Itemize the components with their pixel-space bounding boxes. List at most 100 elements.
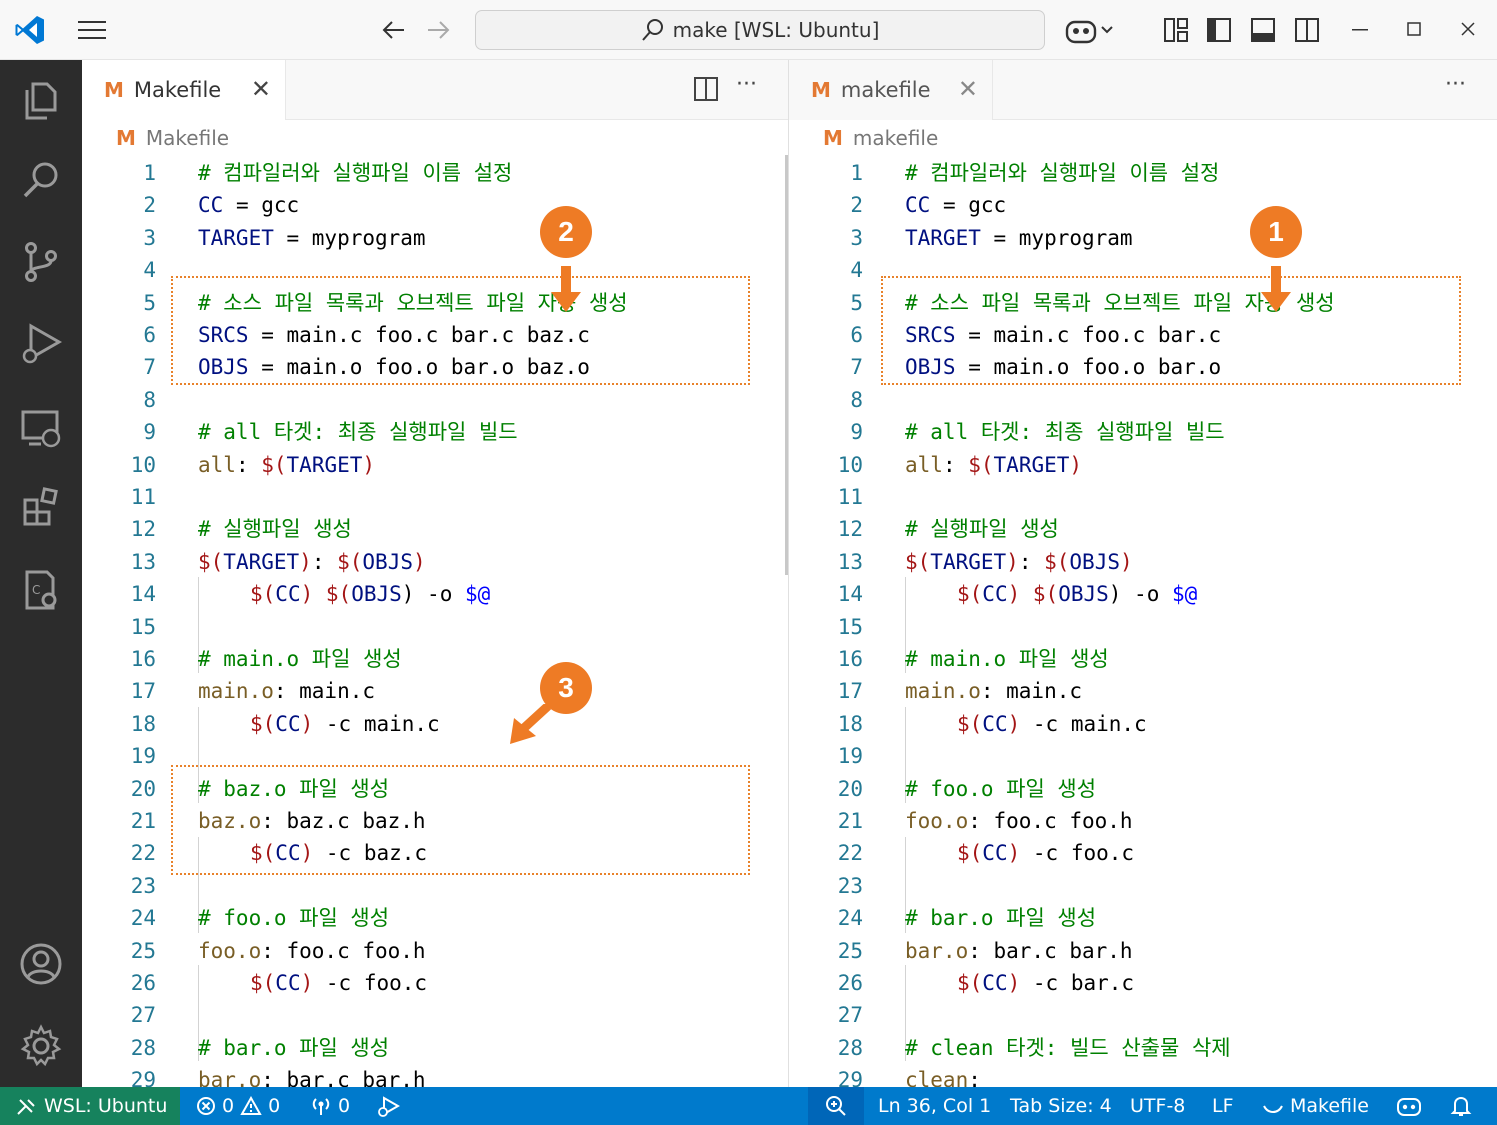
more-actions-icon[interactable]: ··· (1445, 72, 1466, 97)
code-line: 28 # clean 타겟: 빌드 산출물 삭제 (789, 1032, 1497, 1064)
code-line: 27 (789, 999, 1497, 1031)
tab-close-icon[interactable]: ✕ (958, 76, 978, 102)
value-token: : main.c (980, 679, 1083, 704)
dollar-token: $( (337, 549, 363, 574)
makefile-file-icon: M (811, 78, 831, 102)
variable-token: OBJS (1069, 549, 1120, 574)
dollar-token: ) (299, 549, 312, 574)
tab-bar-left: M Makefile ✕ ··· (82, 60, 788, 120)
line-number: 13 (837, 549, 863, 574)
code-text: $(CC) $(OBJS) -o $@ (957, 578, 1197, 610)
notifications[interactable] (1450, 1087, 1472, 1125)
more-actions-icon[interactable]: ··· (736, 72, 757, 97)
line-number: 10 (130, 452, 156, 477)
toggle-panel-icon[interactable] (1251, 18, 1275, 42)
code-line: 20 # foo.o 파일 생성 (789, 773, 1497, 805)
line-number: 8 (143, 387, 156, 412)
value-token: ) -o (401, 582, 465, 607)
line-number: 17 (837, 679, 863, 704)
line-number: 10 (837, 452, 863, 477)
line-number: 25 (130, 938, 156, 963)
split-editor-icon[interactable] (694, 77, 718, 101)
code-line: 14 $(CC) $(OBJS) -o $@ (789, 578, 1497, 610)
account-icon[interactable] (19, 942, 63, 986)
menu-icon[interactable] (78, 20, 106, 40)
value-token: : (235, 452, 262, 477)
code-line: 12 # 실행파일 생성 (789, 513, 1497, 545)
zoom-indicator[interactable] (808, 1087, 864, 1125)
problems-indicator[interactable]: 0 0 (196, 1087, 280, 1125)
encoding[interactable]: UTF-8 (1130, 1087, 1185, 1125)
line-number: 17 (130, 679, 156, 704)
remote-explorer-icon[interactable] (19, 406, 63, 450)
line-number: 25 (837, 938, 863, 963)
code-line: 1 # 컴파일러와 실행파일 이름 설정 (789, 157, 1497, 189)
target-token: bar.o (905, 938, 969, 963)
code-text: # 컴파일러와 실행파일 이름 설정 (905, 161, 1220, 185)
copilot-icon[interactable] (1064, 16, 1114, 44)
value-token: : foo.c foo.h (261, 938, 426, 963)
diagonal-arrow-icon (510, 704, 552, 744)
code-text: bar.o: bar.c bar.h (905, 935, 1133, 967)
cmake-settings-icon[interactable]: C (19, 568, 63, 612)
breadcrumb[interactable]: M makefile (823, 126, 938, 150)
line-number: 18 (130, 711, 156, 736)
dollar-token: $( (325, 582, 352, 607)
debug-launch[interactable] (376, 1087, 400, 1125)
variable-token: CC (982, 582, 1008, 607)
copilot-status[interactable] (1396, 1087, 1422, 1125)
dollar-token: ) (362, 452, 376, 477)
value-token: : (311, 549, 338, 574)
toggle-primary-sidebar-icon[interactable] (1207, 18, 1231, 42)
line-number: 8 (850, 387, 863, 412)
warning-count: 0 (268, 1095, 281, 1117)
target-token: foo.o (198, 938, 262, 963)
copilot-icon (1397, 1098, 1421, 1116)
language-mode[interactable]: Makefile (1262, 1087, 1369, 1125)
source-control-icon[interactable] (19, 240, 63, 284)
code-text: # main.o 파일 생성 (198, 647, 402, 671)
command-center-search[interactable]: make [WSL: Ubuntu] (475, 10, 1045, 50)
toggle-secondary-sidebar-icon[interactable] (1295, 18, 1319, 42)
variable-token: CC (275, 971, 301, 995)
settings-gear-icon[interactable] (19, 1024, 63, 1068)
variable-token: CC (275, 711, 301, 736)
line-number: 12 (130, 517, 156, 542)
line-number: 19 (130, 744, 156, 769)
tab-makefile-left[interactable]: M Makefile ✕ (82, 60, 286, 120)
code-line: 29 bar.o: bar.c bar.h (82, 1064, 788, 1087)
breadcrumb[interactable]: M Makefile (116, 126, 229, 150)
code-line: 27 (82, 999, 788, 1031)
dollar-token: $( (1032, 582, 1059, 607)
tab-close-icon[interactable]: ✕ (251, 76, 271, 102)
ports-indicator[interactable]: 0 (310, 1087, 350, 1125)
code-text: CC = gcc (905, 189, 1006, 221)
variable-token: TARGET (223, 549, 300, 574)
value-token: ) -o (1108, 582, 1172, 607)
minimize-icon[interactable] (1352, 29, 1368, 31)
run-debug-icon[interactable] (19, 322, 63, 366)
tab-makefile-right[interactable]: M makefile ✕ (789, 60, 993, 120)
extensions-icon[interactable] (19, 486, 63, 530)
maximize-icon[interactable] (1407, 22, 1421, 36)
cursor-position[interactable]: Ln 36, Col 1 (878, 1087, 991, 1125)
code-line: 16 # main.o 파일 생성 (82, 643, 788, 675)
annotation-badge-1: 1 (1250, 206, 1302, 258)
code-line: 18 $(CC) -c main.c (789, 708, 1497, 740)
forward-arrow-icon[interactable] (426, 20, 450, 40)
highlight-box-baz-rule (171, 765, 750, 875)
dollar-token: $( (905, 549, 931, 574)
close-icon[interactable] (1461, 22, 1475, 36)
back-arrow-icon[interactable] (382, 20, 406, 40)
value-token: : main.c (273, 679, 376, 704)
remote-indicator[interactable]: WSL: Ubuntu (0, 1087, 180, 1125)
end-of-line[interactable]: LF (1212, 1087, 1234, 1125)
line-number: 26 (837, 971, 863, 995)
search-icon[interactable] (19, 158, 63, 202)
customize-layout-icon[interactable] (1164, 18, 1188, 42)
line-number: 2 (850, 193, 863, 218)
tab-size[interactable]: Tab Size: 4 (1010, 1087, 1112, 1125)
explorer-icon[interactable] (19, 78, 63, 122)
debug-run-icon (378, 1096, 400, 1117)
code-text: # all 타겟: 최종 실행파일 빌드 (905, 420, 1225, 445)
